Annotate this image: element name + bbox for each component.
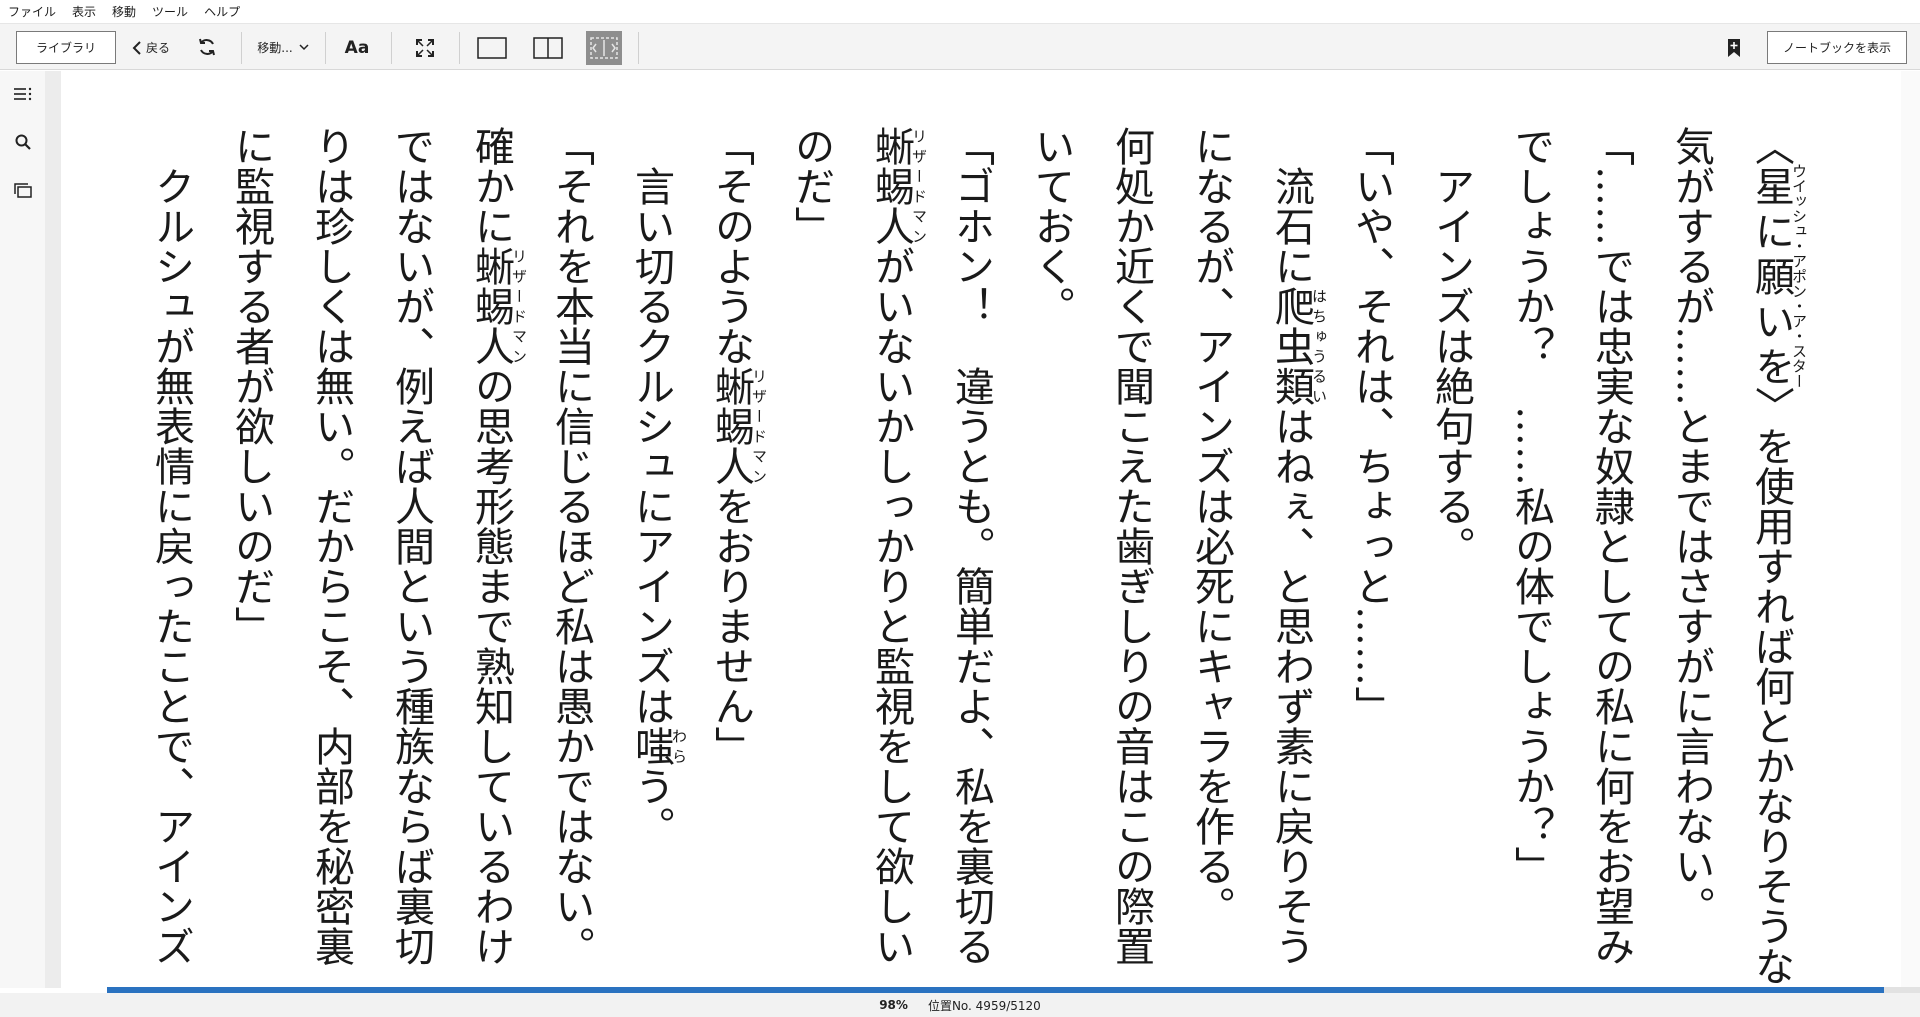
menu-file[interactable]: ファイル — [0, 3, 64, 20]
paragraph: 「……では忠実な奴隷としての私に何をお望みでしょうか？ ……私の体でしょうか？」 — [1508, 126, 1634, 966]
two-column-button[interactable] — [528, 33, 568, 63]
chevron-left-icon — [132, 40, 141, 55]
goto-menu-button[interactable]: 移動... — [250, 31, 316, 64]
two-column-icon — [533, 37, 563, 59]
paragraph: 〈星に願いをウイッシュ・アポン・ア・スター〉を使用すれば何とかなりそうな気がする… — [1668, 126, 1808, 986]
sync-button[interactable] — [193, 33, 221, 61]
fullscreen-icon — [416, 39, 434, 57]
toolbar-divider — [391, 32, 392, 64]
goto-label: 移動... — [257, 41, 293, 55]
library-label: ライブラリ — [35, 41, 96, 55]
paragraph: 「ゴホン！ 違うとも。簡単だよ、私を裏切る蜥蜴人リザードマンがいないかしっかりと… — [788, 126, 994, 966]
left-sidebar — [0, 71, 45, 988]
toolbar-divider — [638, 32, 639, 64]
status-bar: 98% 位置No. 4959/5120 — [0, 993, 1920, 1017]
ruby-text: 蜥蜴人リザードマン — [868, 126, 928, 246]
right-margin — [1901, 71, 1920, 988]
single-column-button[interactable] — [472, 33, 512, 63]
reading-page[interactable]: 〈星に願いをウイッシュ・アポン・ア・スター〉を使用すれば何とかなりそうな気がする… — [61, 71, 1901, 988]
search-button[interactable] — [10, 129, 36, 155]
menu-go[interactable]: 移動 — [104, 3, 144, 20]
show-notebook-label: ノートブックを表示 — [1782, 41, 1891, 55]
ruby-text: 蜥蜴人リザードマン — [708, 366, 768, 486]
paragraph: 流石に爬虫類はちゅうるいはねぇ、と思わず素に戻りそうになるが、アインズは必死にキ… — [1188, 126, 1328, 966]
paragraph: 何処か近くで聞こえた歯ぎしりの音はこの際置いておく。 — [1028, 126, 1154, 966]
library-button[interactable]: ライブラリ — [16, 31, 116, 64]
ruby-text: 蜥蜴人リザードマン — [468, 246, 528, 366]
paragraph: 言い切るクルシュにアインズは嗤わらう。 — [628, 126, 688, 846]
paragraph: アインズは絶句する。 — [1428, 126, 1474, 566]
back-button[interactable]: 戻る — [126, 31, 176, 64]
furigana: ウイッシュ・アポン・ア・スター — [1790, 163, 1808, 389]
vertical-text-body: 〈星に願いをウイッシュ・アポン・ア・スター〉を使用すれば何とかなりそうな気がする… — [61, 71, 1901, 988]
single-column-icon — [477, 37, 507, 59]
furigana: はちゅうるい — [1310, 286, 1328, 406]
toolbar-divider — [325, 32, 326, 64]
sync-icon — [199, 38, 215, 56]
chevron-down-icon — [299, 44, 309, 51]
ruby-text: 星に願いをウイッシュ・アポン・ア・スター — [1748, 163, 1808, 389]
ruby-text: 爬虫類はちゅうるい — [1268, 286, 1328, 406]
menu-bar: ファイル 表示 移動 ツール ヘルプ — [0, 0, 1920, 23]
ruby-text: 嗤わら — [628, 726, 688, 766]
paragraph: 「そのような蜥蜴人リザードマンをおりません」 — [708, 126, 768, 766]
location-label: 位置No. 4959/5120 — [927, 998, 1041, 1013]
furigana: リザードマン — [910, 126, 928, 246]
bookmark-add-icon — [1728, 39, 1740, 57]
toolbar: ライブラリ 戻る 移動... Aa ノートブックを表示 — [0, 23, 1920, 70]
furigana: リザードマン — [510, 246, 528, 366]
furigana: リザードマン — [750, 366, 768, 486]
toc-icon — [14, 87, 32, 101]
back-label: 戻る — [145, 41, 170, 55]
fit-width-button[interactable] — [586, 31, 622, 65]
progress-percent: 98% — [879, 998, 908, 1012]
bookmark-button[interactable] — [1720, 33, 1748, 63]
show-notebook-button[interactable]: ノートブックを表示 — [1767, 31, 1907, 64]
toolbar-divider — [459, 32, 460, 64]
paragraph: 「いや、それは、ちょっと……」 — [1348, 126, 1394, 726]
fullscreen-button[interactable] — [409, 33, 441, 63]
search-icon — [15, 134, 31, 150]
furigana: わら — [670, 726, 688, 766]
flashcards-button[interactable] — [10, 177, 36, 203]
flashcards-icon — [14, 182, 32, 198]
font-settings-label: Aa — [344, 37, 370, 58]
menu-tools[interactable]: ツール — [144, 3, 196, 20]
paragraph: 「それを本当に信じるほど私は愚かではない。確かに蜥蜴人リザードマンの思考形態まで… — [228, 126, 594, 966]
page-gutter — [45, 71, 61, 988]
fit-width-icon — [590, 37, 618, 59]
font-settings-button[interactable]: Aa — [340, 31, 374, 64]
menu-view[interactable]: 表示 — [64, 3, 104, 20]
toc-button[interactable] — [10, 81, 36, 107]
paragraph: クルシュが無表情に戻ったことで、アインズ — [148, 126, 194, 966]
menu-help[interactable]: ヘルプ — [196, 3, 248, 20]
toolbar-divider — [241, 32, 242, 64]
